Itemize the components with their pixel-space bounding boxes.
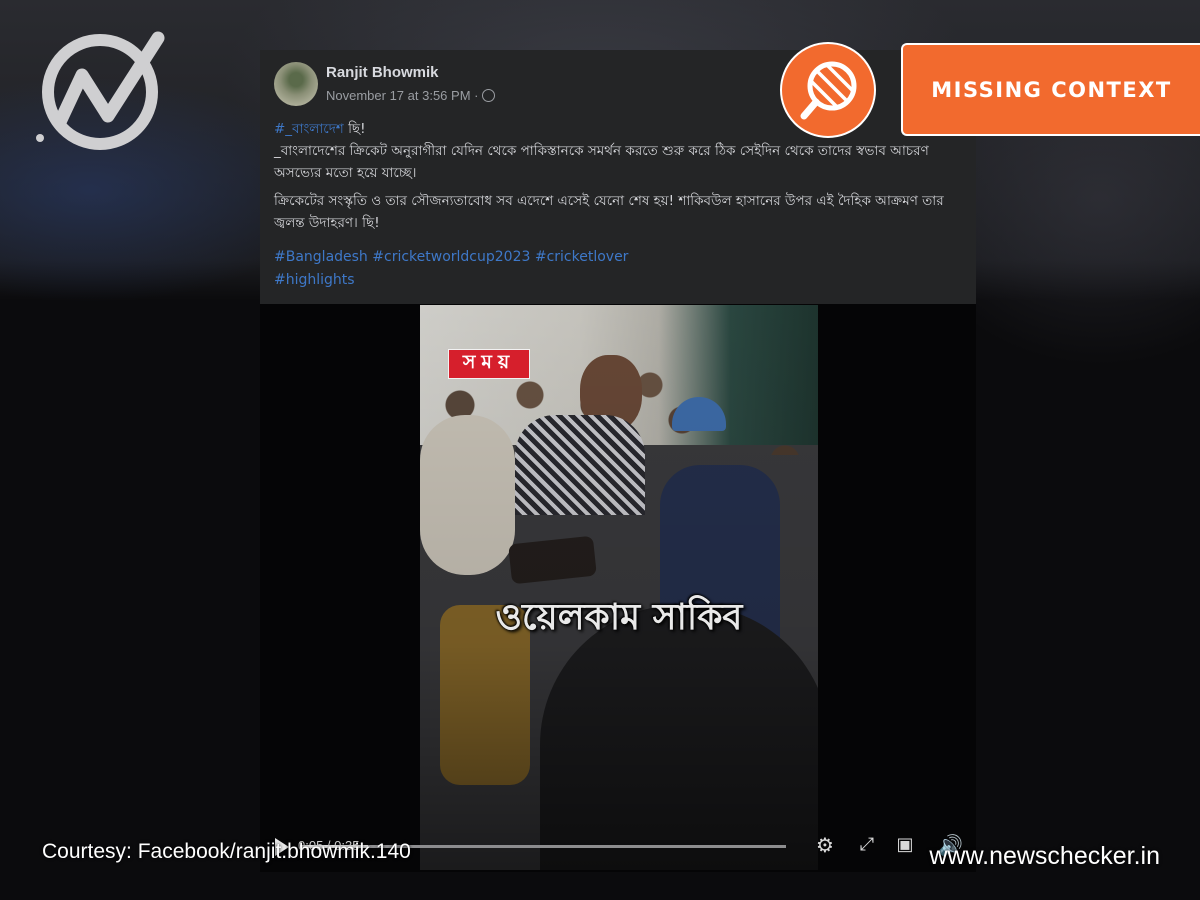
timestamp-text: November 17 at 3:56 PM ·: [326, 88, 479, 103]
post-paragraph-2: ক্রিকেটের সংস্কৃতি ও তার সৌজন্যতাবোধ সব …: [274, 193, 944, 231]
hashtag-link[interactable]: #_বাংলাদেশ: [274, 121, 344, 137]
globe-icon: [482, 89, 496, 102]
hashtag-list: #Bangladesh #cricketworldcup2023 #cricke…: [274, 246, 694, 292]
video-caption: ওয়েলকাম সাকিব: [495, 597, 743, 638]
video-player[interactable]: [420, 305, 818, 870]
hashtag-link[interactable]: #Bangladesh: [274, 249, 368, 265]
post-author[interactable]: Ranjit Bhowmik: [326, 64, 439, 81]
missing-context-label: MISSING CONTEXT: [901, 43, 1200, 136]
channel-logo: সময়: [448, 349, 530, 379]
fullscreen-icon[interactable]: ⤢: [855, 833, 879, 857]
hashtag-link[interactable]: #cricketworldcup2023: [372, 249, 530, 265]
newschecker-logo-icon: [36, 31, 165, 150]
post-paragraph-1: _বাংলাদেশের ক্রিকেট অনুরাগীরা যেদিন থেকে…: [274, 143, 929, 181]
magnifier-striped-icon: [780, 42, 876, 138]
hashtag-link[interactable]: #cricketlover: [535, 249, 629, 265]
pip-icon[interactable]: ▣: [893, 833, 917, 857]
site-url: www.newschecker.in: [929, 842, 1160, 870]
video-shade: [420, 305, 818, 870]
post-line: ছি!: [343, 121, 366, 137]
courtesy-text: Courtesy: Facebook/ranjit.bhowmik.140: [42, 840, 411, 863]
settings-icon[interactable]: ⚙: [813, 833, 837, 857]
avatar[interactable]: [274, 62, 318, 106]
post-timestamp[interactable]: November 17 at 3:56 PM ·: [326, 88, 496, 103]
post-body: #_বাংলাদেশ ছি! _বাংলাদেশের ক্রিকেট অনুরা…: [274, 118, 964, 240]
hashtag-link[interactable]: #highlights: [274, 272, 355, 288]
